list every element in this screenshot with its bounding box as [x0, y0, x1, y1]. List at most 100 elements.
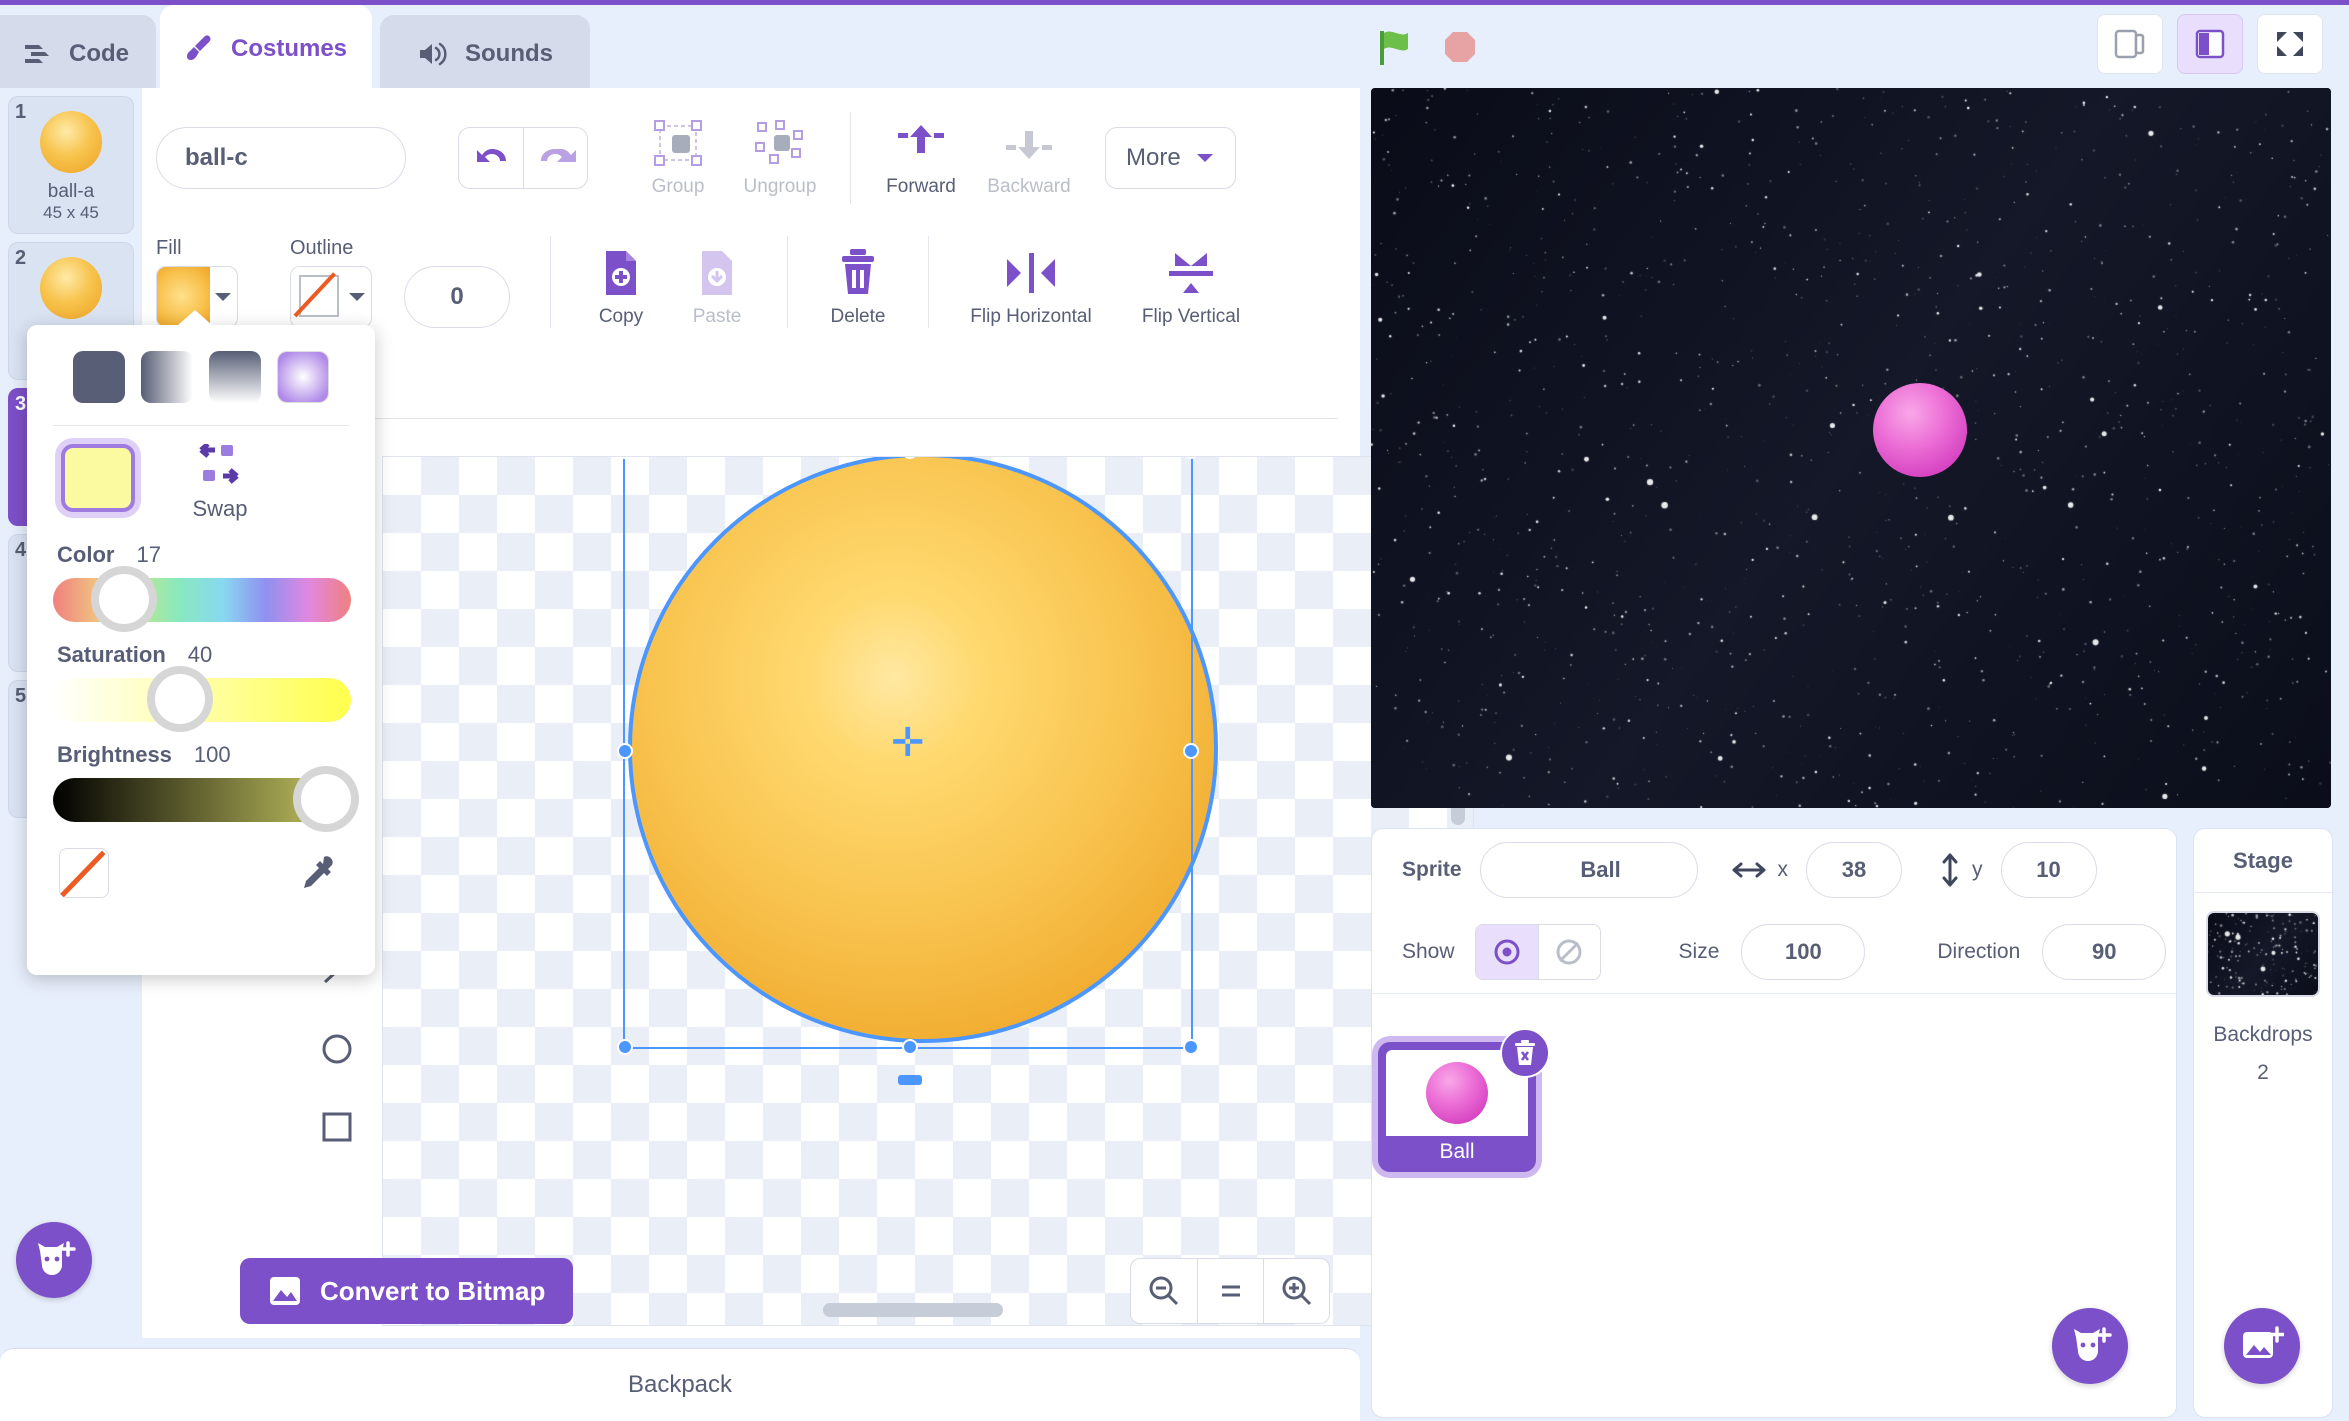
eye-icon	[1492, 937, 1522, 967]
show-hidden-button[interactable]	[1538, 925, 1600, 979]
saturation-slider-block: Saturation 40	[53, 642, 349, 722]
eyedropper-button[interactable]	[293, 848, 343, 898]
eyedropper-icon	[298, 853, 338, 893]
stage-thumbnail[interactable]	[2206, 911, 2320, 997]
undo-redo-group	[458, 127, 588, 189]
stage[interactable]	[1371, 88, 2331, 808]
undo-button[interactable]	[459, 128, 523, 188]
paint-toolbar-row-2: Fill Outline	[156, 208, 1271, 328]
tab-sounds[interactable]: Sounds	[380, 15, 590, 93]
y-label: y	[1972, 858, 1983, 882]
circle-tool[interactable]	[310, 1022, 364, 1076]
tab-sounds-label: Sounds	[465, 40, 553, 68]
large-stage-button[interactable]	[2177, 14, 2243, 74]
add-costume-icon	[32, 1239, 76, 1281]
costume-item-1[interactable]: 1 ball-a 45 x 45	[8, 96, 134, 234]
picker-bottom-row	[53, 848, 349, 898]
no-color-button[interactable]	[59, 848, 109, 898]
green-flag-icon	[1375, 27, 1417, 69]
costume-number: 2	[15, 247, 26, 270]
add-costume-button[interactable]	[16, 1222, 92, 1298]
resize-handle-sw[interactable]	[617, 1039, 633, 1055]
costume-thumbnail	[40, 111, 102, 173]
swap-colors-button[interactable]: Swap	[189, 444, 251, 522]
delete-button[interactable]: Delete	[810, 247, 906, 328]
resize-handle-n[interactable]	[902, 456, 918, 459]
redo-button[interactable]	[523, 128, 587, 188]
forward-button[interactable]: Forward	[873, 119, 969, 198]
costume-number: 4	[15, 539, 26, 562]
canvas-horizontal-scrollbar[interactable]	[823, 1303, 1003, 1317]
copy-label: Copy	[599, 306, 643, 328]
size-label: Size	[1679, 940, 1720, 964]
current-color-swatch[interactable]	[61, 444, 135, 512]
outline-swatch-button[interactable]	[290, 266, 372, 328]
green-flag-button[interactable]	[1375, 27, 1417, 75]
zoom-out-button[interactable]	[1131, 1259, 1197, 1323]
zoom-reset-button[interactable]	[1197, 1259, 1263, 1323]
outline-width-input[interactable]	[404, 266, 510, 328]
small-stage-icon	[2113, 28, 2147, 60]
fullscreen-button[interactable]	[2257, 14, 2323, 74]
costume-number: 3	[15, 393, 26, 416]
large-stage-icon	[2193, 28, 2227, 60]
small-stage-button[interactable]	[2097, 14, 2163, 74]
add-backdrop-icon	[2240, 1326, 2284, 1366]
add-backdrop-button[interactable]	[2224, 1308, 2300, 1384]
toolbar-divider	[550, 236, 551, 328]
saturation-slider-knob[interactable]	[147, 666, 213, 732]
sprite-size-input[interactable]	[1741, 924, 1865, 980]
backpack-bar[interactable]: Backpack	[0, 1348, 1360, 1421]
convert-to-bitmap-button[interactable]: Convert to Bitmap	[240, 1258, 573, 1324]
resize-handle-w[interactable]	[617, 743, 633, 759]
saturation-slider-track[interactable]	[53, 678, 351, 722]
sprite-x-input[interactable]	[1806, 842, 1902, 898]
gradient-horizontal-button[interactable]	[141, 351, 193, 403]
stage-size-controls	[2097, 14, 2323, 74]
more-button[interactable]: More	[1105, 127, 1236, 189]
swap-label: Swap	[192, 496, 247, 522]
delete-label: Delete	[831, 306, 886, 328]
copy-button[interactable]: Copy	[573, 247, 669, 328]
sprite-y-input[interactable]	[2001, 842, 2097, 898]
tab-costumes[interactable]: Costumes	[160, 5, 372, 93]
stop-button[interactable]	[1439, 27, 1481, 75]
sprite-direction-input[interactable]	[2042, 924, 2166, 980]
paste-button[interactable]: Paste	[669, 247, 765, 328]
eye-slash-icon	[1554, 937, 1584, 967]
costume-number: 1	[15, 101, 26, 124]
resize-handle-ne[interactable]	[1183, 456, 1199, 459]
add-sprite-button[interactable]	[2052, 1308, 2128, 1384]
hue-slider-knob[interactable]	[91, 566, 157, 632]
brightness-slider-knob[interactable]	[293, 766, 359, 832]
show-visible-button[interactable]	[1476, 925, 1538, 979]
group-button[interactable]: Group	[630, 119, 726, 198]
stage-sprite-ball[interactable]	[1873, 383, 1967, 477]
resize-handle-s[interactable]	[902, 1039, 918, 1055]
zoom-in-button[interactable]	[1263, 1259, 1329, 1323]
brightness-slider-track[interactable]	[53, 778, 351, 822]
costume-name-input[interactable]	[156, 127, 406, 189]
gradient-solid-button[interactable]	[73, 351, 125, 403]
ungroup-button[interactable]: Ungroup	[732, 119, 828, 198]
rotation-handle[interactable]	[898, 1075, 922, 1085]
flip-vertical-button[interactable]: Flip Vertical	[1111, 249, 1271, 328]
resize-handle-se[interactable]	[1183, 1039, 1199, 1055]
rectangle-tool[interactable]	[310, 1100, 364, 1154]
current-color-row: Swap	[53, 444, 349, 522]
resize-handle-e[interactable]	[1183, 743, 1199, 759]
sprite-tile-ball[interactable]: Ball	[1378, 1042, 1536, 1172]
gradient-vertical-button[interactable]	[209, 351, 261, 403]
code-icon	[23, 41, 53, 67]
delete-sprite-button[interactable]	[1500, 1028, 1550, 1078]
tab-code-label: Code	[69, 40, 129, 68]
hue-slider-track[interactable]	[53, 578, 351, 622]
flip-horizontal-button[interactable]: Flip Horizontal	[951, 249, 1111, 328]
chevron-down-icon	[344, 267, 371, 327]
gradient-radial-button[interactable]	[277, 351, 329, 403]
resize-handle-nw[interactable]	[617, 456, 633, 459]
tab-code[interactable]: Code	[0, 15, 156, 93]
sprite-name-input[interactable]	[1480, 842, 1698, 898]
drawing-canvas[interactable]: ✛	[382, 456, 1474, 1326]
backward-button[interactable]: Backward	[981, 119, 1077, 198]
